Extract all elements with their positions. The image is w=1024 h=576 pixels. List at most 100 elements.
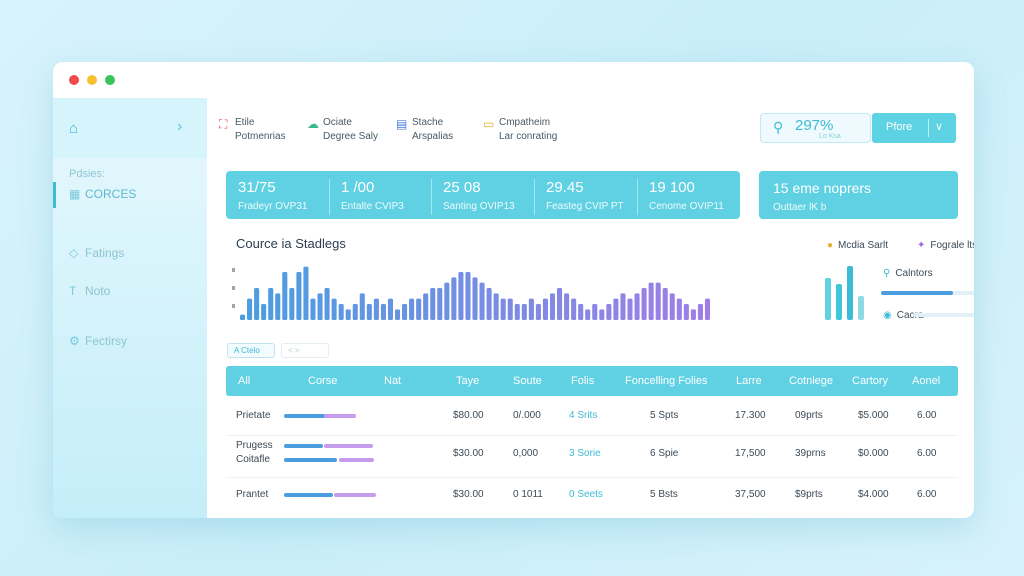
chart-bar[interactable] — [528, 298, 534, 320]
quick-action-4[interactable]: ▭ Cmpatheim Lar conrating — [483, 116, 557, 144]
chart-bar[interactable] — [317, 293, 323, 320]
chart-bar[interactable] — [500, 298, 506, 320]
chart-bar[interactable] — [592, 304, 598, 320]
legend-item[interactable]: ● Mcdia Sarlt — [827, 240, 888, 251]
chart-bar[interactable] — [662, 288, 668, 320]
chart-bar[interactable] — [676, 298, 682, 320]
chart-bar[interactable] — [387, 298, 394, 320]
chart-bar[interactable] — [451, 277, 457, 320]
chart-bar[interactable] — [310, 298, 316, 320]
maximize-window-button[interactable] — [105, 75, 115, 85]
column-header[interactable]: All — [238, 375, 250, 387]
sidebar-item-settings[interactable]: ⚙ Fectirsy — [69, 334, 127, 348]
sidebar-item-courses[interactable]: ▦ CORCES — [53, 182, 207, 208]
chevron-down-icon[interactable]: ∨ — [935, 120, 943, 133]
chart-bar[interactable] — [458, 272, 464, 320]
chart-bar[interactable] — [331, 298, 337, 320]
chart-bar[interactable] — [254, 288, 260, 320]
chart-bar[interactable] — [655, 282, 661, 320]
quick-action-1[interactable]: ⛶ Etile Potmenrias — [219, 116, 286, 144]
column-header[interactable]: Soute — [513, 375, 542, 387]
chart-bar[interactable] — [606, 304, 612, 320]
chart-bar[interactable] — [507, 298, 513, 320]
chart-bar[interactable] — [571, 298, 577, 320]
chart-bar[interactable] — [373, 298, 379, 320]
column-header[interactable]: Foncelling Folies — [625, 375, 708, 387]
chart-bar[interactable] — [430, 288, 436, 320]
chart-bar[interactable] — [549, 293, 556, 320]
chart-bar[interactable] — [240, 314, 246, 320]
chart-bar[interactable] — [416, 298, 422, 320]
close-window-button[interactable] — [69, 75, 79, 85]
chart-bar[interactable] — [296, 272, 302, 320]
chart-bar[interactable] — [268, 288, 274, 320]
chart-bar[interactable] — [599, 309, 605, 320]
column-header[interactable]: Nat — [384, 375, 401, 387]
chart-bar[interactable] — [620, 293, 626, 320]
chart-bar[interactable] — [282, 272, 288, 320]
chart-bar[interactable] — [247, 298, 253, 320]
filter-chip[interactable]: < > — [281, 343, 329, 358]
chart-bar[interactable] — [423, 293, 429, 320]
minimize-window-button[interactable] — [87, 75, 97, 85]
column-header[interactable]: Corse — [308, 375, 337, 387]
column-header[interactable]: Taye — [456, 375, 479, 387]
sidebar-item-notes[interactable]: T Noto — [69, 284, 110, 298]
chart-bar[interactable] — [359, 293, 365, 320]
column-header[interactable]: Cartory — [852, 375, 888, 387]
table-row[interactable]: Prantet $30.00 0 1011 0 Seets 5 Bsts 37,… — [226, 478, 958, 514]
filter-chip-active[interactable]: A Ctelo — [227, 343, 275, 358]
chart-bar[interactable] — [275, 293, 281, 320]
chart-bar[interactable] — [557, 288, 563, 320]
chart-bar[interactable] — [338, 304, 344, 320]
chart-bar[interactable] — [627, 298, 633, 320]
chart-bar[interactable] — [472, 277, 478, 320]
chart-bar[interactable] — [409, 298, 415, 320]
chart-bar[interactable] — [261, 304, 267, 320]
primary-action-button[interactable]: Pfore ∨ — [872, 113, 956, 143]
chart-bar[interactable] — [669, 293, 675, 320]
chart-bar[interactable] — [690, 309, 696, 320]
chart-bar[interactable] — [514, 304, 520, 320]
chart-bar[interactable] — [585, 309, 591, 320]
search-input[interactable]: ⚲ 297% Lo Ksa — [760, 113, 871, 143]
chart-bar[interactable] — [641, 288, 647, 320]
chart-bar[interactable] — [535, 304, 541, 320]
legend-item[interactable]: ✦ Fograle lts — [917, 240, 974, 251]
chart-bar[interactable] — [493, 293, 499, 320]
chart-bar[interactable] — [289, 288, 295, 320]
chart-bar[interactable] — [345, 309, 351, 320]
chart-bar[interactable] — [402, 304, 408, 320]
chart-bar[interactable] — [352, 304, 358, 320]
chart-bar[interactable] — [479, 282, 485, 320]
column-header[interactable]: Aonel — [912, 375, 940, 387]
chart-bar[interactable] — [613, 298, 619, 320]
chart-bar[interactable] — [437, 288, 443, 320]
chart-bar[interactable] — [704, 298, 711, 320]
sidebar-item-ratings[interactable]: ◇ Fatings — [69, 246, 124, 260]
chart-bar[interactable] — [486, 288, 492, 320]
table-row[interactable]: Prietate $80.00 0/.000 4 Srits 5 Spts 17… — [226, 400, 958, 436]
chart-bar[interactable] — [697, 304, 703, 320]
column-header[interactable]: Folis — [571, 375, 594, 387]
column-header[interactable]: Cotnlege — [789, 375, 833, 387]
chart-bar[interactable] — [380, 304, 386, 320]
chart-bar[interactable] — [648, 282, 654, 320]
chart-bar[interactable] — [521, 304, 527, 320]
chart-bar[interactable] — [564, 293, 570, 320]
chart-bar[interactable] — [366, 304, 372, 320]
chart-bar[interactable] — [303, 266, 309, 320]
chart-bar[interactable] — [394, 309, 401, 320]
chart-bar[interactable] — [465, 272, 471, 320]
chart-bar[interactable] — [578, 304, 584, 320]
chart-bar[interactable] — [444, 282, 450, 320]
sidebar-home[interactable]: ⌂ › — [53, 98, 207, 158]
quick-action-3[interactable]: ▤ Stache Arspalias — [396, 116, 453, 144]
quick-action-2[interactable]: ☁ Ociate Degree Saly — [307, 116, 378, 144]
chevron-right-icon[interactable]: › — [177, 118, 182, 136]
chart-bar[interactable] — [683, 304, 689, 320]
column-header[interactable]: Larre — [736, 375, 762, 387]
table-row[interactable]: Prugess Coitafle $30.00 0,000 3 Sorie 6 … — [226, 436, 958, 478]
chart-bar[interactable] — [634, 293, 640, 320]
chart-bar[interactable] — [324, 288, 330, 320]
